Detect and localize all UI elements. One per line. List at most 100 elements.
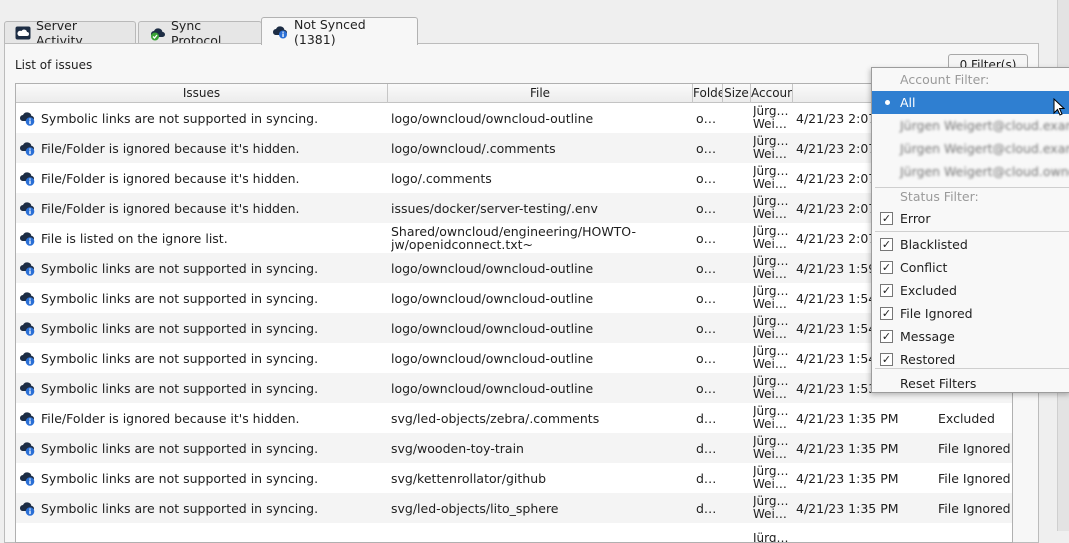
column-header-issues[interactable]: Issues bbox=[16, 84, 388, 103]
cell-status: Excluded bbox=[938, 410, 995, 426]
menu-item-account[interactable]: Jürgen Weigert@cloud.example bbox=[872, 114, 1069, 137]
tab-label: Not Synced (1381) bbox=[294, 16, 366, 47]
cell-file: svg/led-objects/zebra/.comments bbox=[391, 410, 600, 426]
table-row[interactable]: File/Folder is ignored because it's hidd… bbox=[16, 403, 1012, 433]
cell-file: logo/owncloud/owncloud-outline bbox=[391, 260, 594, 276]
cell-file: logo/owncloud/owncloud-outline bbox=[391, 110, 594, 126]
cell-account: Jürg… Wei… bbox=[753, 254, 789, 281]
cell-issue: File/Folder is ignored because it's hidd… bbox=[41, 410, 300, 426]
status-label: File Ignored bbox=[900, 306, 973, 321]
cell-account: Jürg… Wei… bbox=[753, 314, 789, 341]
status-filter-item[interactable]: ✓ Conflict bbox=[872, 256, 1069, 279]
cell-file: logo/owncloud/owncloud-outline bbox=[391, 380, 594, 396]
mouse-cursor-icon bbox=[1053, 98, 1065, 116]
checkbox-checked[interactable]: ✓ bbox=[880, 238, 893, 251]
menu-separator bbox=[875, 231, 1069, 232]
cell-issue: Symbolic links are not supported in sync… bbox=[41, 350, 319, 366]
checkbox-checked[interactable]: ✓ bbox=[880, 307, 893, 320]
table-row[interactable]: Symbolic links are not supported in sync… bbox=[16, 433, 1012, 463]
table-row[interactable]: Symbolic links are not supported in sync… bbox=[16, 313, 1012, 343]
cell-folder: o… bbox=[696, 200, 717, 216]
cell-account: Jürg… Wei… bbox=[753, 284, 789, 311]
column-header-account[interactable]: Account bbox=[751, 84, 793, 103]
column-header-file[interactable]: File bbox=[388, 84, 693, 103]
checkbox-checked[interactable]: ✓ bbox=[880, 212, 893, 225]
tab-not-synced[interactable]: Not Synced (1381) bbox=[261, 16, 418, 47]
status-label: Error bbox=[900, 211, 931, 226]
cell-file: logo/owncloud/owncloud-outline bbox=[391, 350, 594, 366]
column-header-size[interactable]: Size bbox=[723, 84, 751, 103]
table-header: Issues File Folder Size Account Time bbox=[16, 84, 1012, 103]
tab-server-activity[interactable]: Server Activity bbox=[4, 18, 136, 48]
status-filter-item[interactable]: ✓ Message bbox=[872, 325, 1069, 348]
reset-filters-item[interactable]: Reset Filters bbox=[872, 372, 1069, 395]
table-row[interactable]: File/Folder is ignored because it's hidd… bbox=[16, 133, 1012, 163]
cell-account: Jürg… Wei… bbox=[753, 104, 789, 131]
column-header-folder[interactable]: Folder bbox=[693, 84, 723, 103]
cell-issue: File is listed on the ignore list. bbox=[41, 230, 228, 246]
menu-item-account[interactable]: Jürgen Weigert@cloud.example bbox=[872, 137, 1069, 160]
cloud-info-icon bbox=[19, 172, 35, 186]
cell-folder: o… bbox=[696, 140, 717, 156]
cell-issue: Symbolic links are not supported in sync… bbox=[41, 380, 319, 396]
cell-issue: Symbolic links are not supported in sync… bbox=[41, 290, 319, 306]
cell-file: Shared/owncloud/engineering/HOWTO-jw/ope… bbox=[391, 224, 637, 252]
status-label: Conflict bbox=[900, 260, 948, 275]
status-filter-item[interactable]: ✓ Blacklisted bbox=[872, 233, 1069, 256]
cell-time bbox=[796, 523, 936, 542]
status-filter-item[interactable]: ✓ File Ignored bbox=[872, 302, 1069, 325]
cell-account: Jürg… Wei… bbox=[753, 194, 789, 221]
table-row[interactable]: File/Folder is ignored because it's hidd… bbox=[16, 193, 1012, 223]
cloud-info-icon bbox=[19, 412, 35, 426]
cell-folder: o… bbox=[696, 350, 717, 366]
cloud-info-icon bbox=[19, 502, 35, 516]
table-row[interactable]: Symbolic links are not supported in sync… bbox=[16, 283, 1012, 313]
table-row[interactable]: Symbolic links are not supported in sync… bbox=[16, 103, 1012, 133]
cell-account: Jürg… Wei… bbox=[753, 224, 789, 251]
cell-file: svg/wooden-toy-train bbox=[391, 440, 524, 456]
status-filter-item[interactable]: ✓ Error bbox=[872, 207, 1069, 230]
cell-folder: d… bbox=[696, 440, 717, 456]
cell-file: svg/led-objects/lito_sphere bbox=[391, 500, 559, 516]
menu-item-all[interactable]: All bbox=[872, 91, 1069, 114]
cell-issue bbox=[41, 523, 386, 542]
status-filter-label: Status Filter: bbox=[900, 189, 979, 204]
cell-file: logo/.comments bbox=[391, 170, 492, 186]
cell-account: Jürg… Wei… bbox=[753, 164, 789, 191]
checkbox-checked[interactable]: ✓ bbox=[880, 261, 893, 274]
cloud-info-icon bbox=[19, 142, 35, 156]
table-row[interactable]: Symbolic links are not supported in sync… bbox=[16, 493, 1012, 523]
table-row[interactable]: File/Folder is ignored because it's hidd… bbox=[16, 163, 1012, 193]
cell-folder: o… bbox=[696, 170, 717, 186]
account-name: Jürgen Weigert@cloud.owncloud bbox=[900, 164, 1069, 179]
cloud-info-icon bbox=[19, 232, 35, 246]
table-row[interactable]: Symbolic links are not supported in sync… bbox=[16, 343, 1012, 373]
cell-account: Jürg… Wei… bbox=[753, 344, 789, 371]
list-label: List of issues bbox=[15, 58, 93, 72]
cloud-info-icon bbox=[19, 202, 35, 216]
cell-folder: o… bbox=[696, 230, 717, 246]
cloud-info-icon bbox=[19, 322, 35, 336]
table-row[interactable]: File is listed on the ignore list. Shared… bbox=[16, 223, 1012, 253]
cell-issue: Symbolic links are not supported in sync… bbox=[41, 110, 319, 126]
table-row[interactable]: Jürg… bbox=[16, 523, 1012, 542]
cell-account: Jürg… Wei… bbox=[753, 494, 789, 521]
cell-time: 4/21/23 1:35 PM bbox=[796, 410, 899, 426]
cell-time: 4/21/23 1:35 PM bbox=[796, 500, 899, 516]
account-name: Jürgen Weigert@cloud.example bbox=[900, 118, 1069, 133]
cloud-info-icon bbox=[272, 26, 287, 39]
cell-file: issues/docker/server-testing/.env bbox=[391, 200, 598, 216]
tab-sync-protocol[interactable]: Sync Protocol bbox=[138, 18, 262, 48]
cell-file: logo/owncloud/owncloud-outline bbox=[391, 320, 594, 336]
cell-issue: Symbolic links are not supported in sync… bbox=[41, 500, 319, 516]
checkbox-checked[interactable]: ✓ bbox=[880, 353, 893, 366]
cell-issue: Symbolic links are not supported in sync… bbox=[41, 440, 319, 456]
table-row[interactable]: Symbolic links are not supported in sync… bbox=[16, 463, 1012, 493]
checkbox-checked[interactable]: ✓ bbox=[880, 284, 893, 297]
table-row[interactable]: Symbolic links are not supported in sync… bbox=[16, 373, 1012, 403]
status-filter-item[interactable]: ✓ Excluded bbox=[872, 279, 1069, 302]
cell-issue: File/Folder is ignored because it's hidd… bbox=[41, 140, 300, 156]
table-row[interactable]: Symbolic links are not supported in sync… bbox=[16, 253, 1012, 283]
menu-item-account[interactable]: Jürgen Weigert@cloud.owncloud bbox=[872, 160, 1069, 183]
checkbox-checked[interactable]: ✓ bbox=[880, 330, 893, 343]
